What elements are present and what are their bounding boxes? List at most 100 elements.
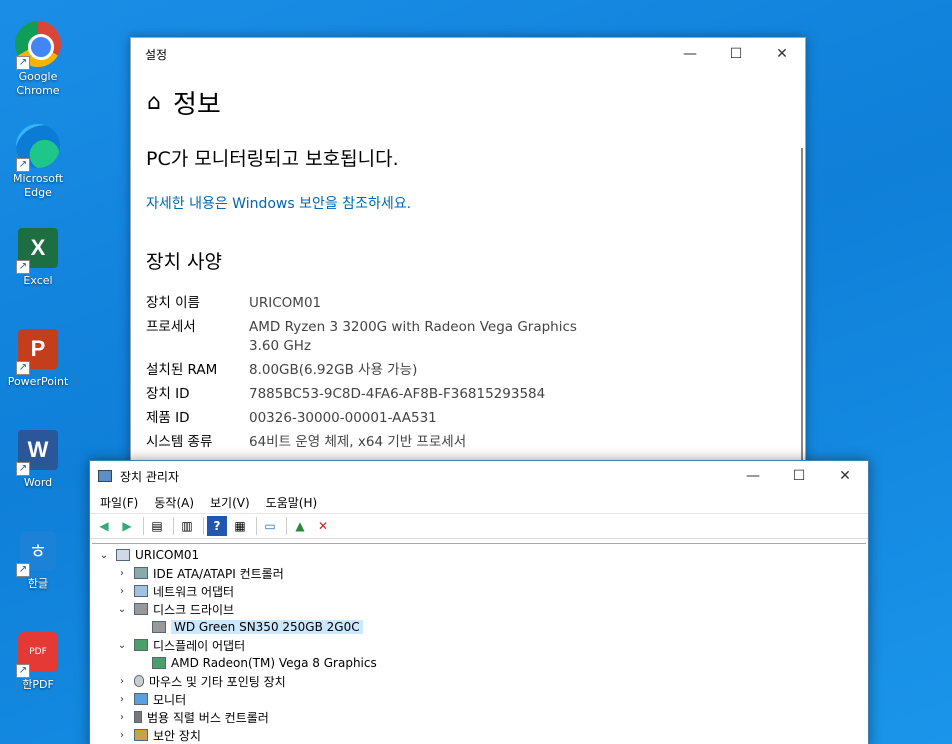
excel-icon: X ↗	[14, 224, 62, 274]
tree-item-usb[interactable]: › 범용 직렬 버스 컨트롤러	[92, 708, 866, 726]
menu-help[interactable]: 도움말(H)	[258, 494, 326, 511]
desktop-icon-label: Excel	[23, 274, 53, 287]
computer-icon	[116, 549, 130, 561]
menu-view[interactable]: 보기(V)	[202, 494, 258, 511]
tree-item-mouse[interactable]: › 마우스 및 기타 포인팅 장치	[92, 672, 866, 690]
spec-row-product-id: 제품 ID 00326-30000-00001-AA531	[146, 409, 805, 428]
desktop-icon-label: Google	[18, 70, 58, 83]
expand-icon[interactable]: ›	[116, 694, 128, 705]
expand-icon[interactable]: ›	[116, 568, 128, 579]
menubar: 파일(F) 동작(A) 보기(V) 도움말(H)	[90, 491, 868, 513]
desktop-icon-powerpoint[interactable]: P ↗ PowerPoint	[4, 325, 72, 389]
desktop-icon-label: Word	[23, 476, 53, 489]
minimize-icon[interactable]: —	[730, 461, 776, 491]
spec-key: 설치된 RAM	[146, 362, 218, 378]
desktop-icon-label: 한글	[27, 577, 49, 590]
help-icon[interactable]: ?	[207, 516, 227, 536]
forward-arrow-icon[interactable]: ▶	[117, 516, 137, 536]
console-tree-icon[interactable]: ▤	[147, 516, 167, 536]
home-icon[interactable]: ⌂	[147, 90, 161, 115]
settings-content: PC가 모니터링되고 보호됩니다. 자세한 내용은 Windows 보안을 참조…	[131, 134, 805, 476]
action-pane-icon[interactable]: ▦	[230, 516, 250, 536]
security-link[interactable]: 자세한 내용은 Windows 보안을 참조하세요.	[146, 193, 805, 213]
spec-key: 장치 이름	[146, 295, 200, 311]
tree-label: 네트워크 어댑터	[153, 584, 235, 599]
spec-value: 00326-30000-00001-AA531	[249, 410, 437, 426]
section-title: 장치 사양	[146, 251, 222, 273]
spec-value: 7885BC53-9C8D-4FA6-AF8B-F36815293584	[249, 386, 546, 402]
chrome-icon: ↗	[14, 20, 62, 70]
desktop-icon-edge[interactable]: ↗ Microsoft Edge	[4, 122, 72, 200]
maximize-icon[interactable]: ☐	[776, 461, 822, 491]
settings-titlebar[interactable]: 설정 — ☐ ✕	[131, 38, 805, 70]
desktop-icon-label: PowerPoint	[7, 375, 69, 388]
tree-label: 디스플레이 어댑터	[153, 638, 246, 653]
window-title: 설정	[145, 47, 168, 62]
ide-controller-icon	[134, 567, 148, 579]
spec-value: 8.00GB(6.92GB 사용 가능)	[249, 362, 418, 378]
spec-row-ram: 설치된 RAM 8.00GB(6.92GB 사용 가능)	[146, 361, 805, 380]
back-arrow-icon[interactable]: ◀	[94, 516, 114, 536]
desktop-icon-label: Microsoft	[12, 172, 64, 185]
close-icon[interactable]: ✕	[759, 38, 805, 70]
tree-item-disk[interactable]: ⌄ 디스크 드라이브	[92, 600, 866, 618]
tree-root[interactable]: ⌄ URICOM01	[92, 546, 866, 564]
menu-action[interactable]: 동작(A)	[146, 494, 202, 511]
tree-item-wd-green[interactable]: WD Green SN350 250GB 2G0C	[92, 618, 866, 636]
expand-icon[interactable]: ›	[116, 712, 128, 723]
desktop-icon-hanpdf[interactable]: PDF ↗ 한PDF	[4, 628, 72, 692]
desktop-icon-hangul[interactable]: ㅎ ↗ 한글	[4, 527, 72, 591]
minimize-icon[interactable]: —	[667, 38, 713, 70]
tree-item-amd-radeon[interactable]: AMD Radeon(TM) Vega 8 Graphics	[92, 654, 866, 672]
usb-icon	[134, 711, 142, 723]
powerpoint-icon: P ↗	[14, 325, 62, 375]
tree-item-display[interactable]: ⌄ 디스플레이 어댑터	[92, 636, 866, 654]
tree-item-security[interactable]: › 보안 장치	[92, 726, 866, 744]
tree-item-network[interactable]: › 네트워크 어댑터	[92, 582, 866, 600]
display-adapter-icon	[152, 657, 166, 669]
tree-label: WD Green SN350 250GB 2G0C	[171, 620, 363, 634]
tree-label: 디스크 드라이브	[153, 602, 235, 617]
update-driver-icon[interactable]: ▲	[290, 516, 310, 536]
protection-status: PC가 모니터링되고 보호됩니다.	[146, 148, 399, 170]
scan-hardware-icon[interactable]: ▭	[260, 516, 280, 536]
collapse-icon[interactable]: ⌄	[98, 550, 110, 561]
expand-icon[interactable]: ›	[116, 730, 128, 741]
spec-value: 64비트 운영 체제, x64 기반 프로세서	[249, 434, 467, 450]
desktop-icon-chrome[interactable]: ↗ Google Chrome	[4, 20, 72, 98]
spec-row-device-name: 장치 이름 URICOM01	[146, 294, 805, 313]
security-device-icon	[134, 729, 148, 741]
spec-row-device-id: 장치 ID 7885BC53-9C8D-4FA6-AF8B-F368152935…	[146, 385, 805, 404]
window-title: 장치 관리자	[120, 469, 180, 484]
desktop-icon-excel[interactable]: X ↗ Excel	[4, 224, 72, 288]
tree-label: IDE ATA/ATAPI 컨트롤러	[153, 566, 284, 581]
settings-window: 설정 — ☐ ✕ ⌂ 정보 PC가 모니터링되고 보호됩니다. 자세한 내용은 …	[130, 37, 806, 477]
collapse-icon[interactable]: ⌄	[116, 640, 128, 651]
close-icon[interactable]: ✕	[822, 461, 868, 491]
collapse-icon[interactable]: ⌄	[116, 604, 128, 615]
tree-item-ide[interactable]: › IDE ATA/ATAPI 컨트롤러	[92, 564, 866, 582]
device-tree: ⌄ URICOM01 › IDE ATA/ATAPI 컨트롤러 › 네트워크 어…	[92, 543, 866, 744]
hangul-icon: ㅎ ↗	[14, 527, 62, 577]
desktop-icon-word[interactable]: W ↗ Word	[4, 426, 72, 490]
settings-header: ⌂ 정보	[131, 70, 805, 134]
spec-row-system-type: 시스템 종류 64비트 운영 체제, x64 기반 프로세서	[146, 433, 805, 452]
spec-key: 프로세서	[146, 319, 196, 335]
tree-item-monitor[interactable]: › 모니터	[92, 690, 866, 708]
spec-key: 시스템 종류	[146, 434, 213, 450]
device-manager-window: 장치 관리자 — ☐ ✕ 파일(F) 동작(A) 보기(V) 도움말(H) ◀ …	[89, 460, 869, 744]
scrollbar[interactable]	[801, 148, 803, 468]
tree-label: 모니터	[153, 692, 187, 707]
spec-row-processor: 프로세서 AMD Ryzen 3 3200G with Radeon Vega …	[146, 318, 805, 356]
network-adapter-icon	[134, 585, 148, 597]
spec-value: AMD Ryzen 3 3200G with Radeon Vega Graph…	[249, 318, 609, 356]
uninstall-icon[interactable]: ✕	[313, 516, 333, 536]
tree-label: 보안 장치	[153, 728, 201, 743]
menu-file[interactable]: 파일(F)	[92, 494, 146, 511]
spec-key: 제품 ID	[146, 410, 190, 426]
maximize-icon[interactable]: ☐	[713, 38, 759, 70]
properties-icon[interactable]: ▥	[177, 516, 197, 536]
expand-icon[interactable]: ›	[116, 586, 128, 597]
devmgr-titlebar[interactable]: 장치 관리자 — ☐ ✕	[90, 461, 868, 491]
expand-icon[interactable]: ›	[116, 676, 128, 687]
